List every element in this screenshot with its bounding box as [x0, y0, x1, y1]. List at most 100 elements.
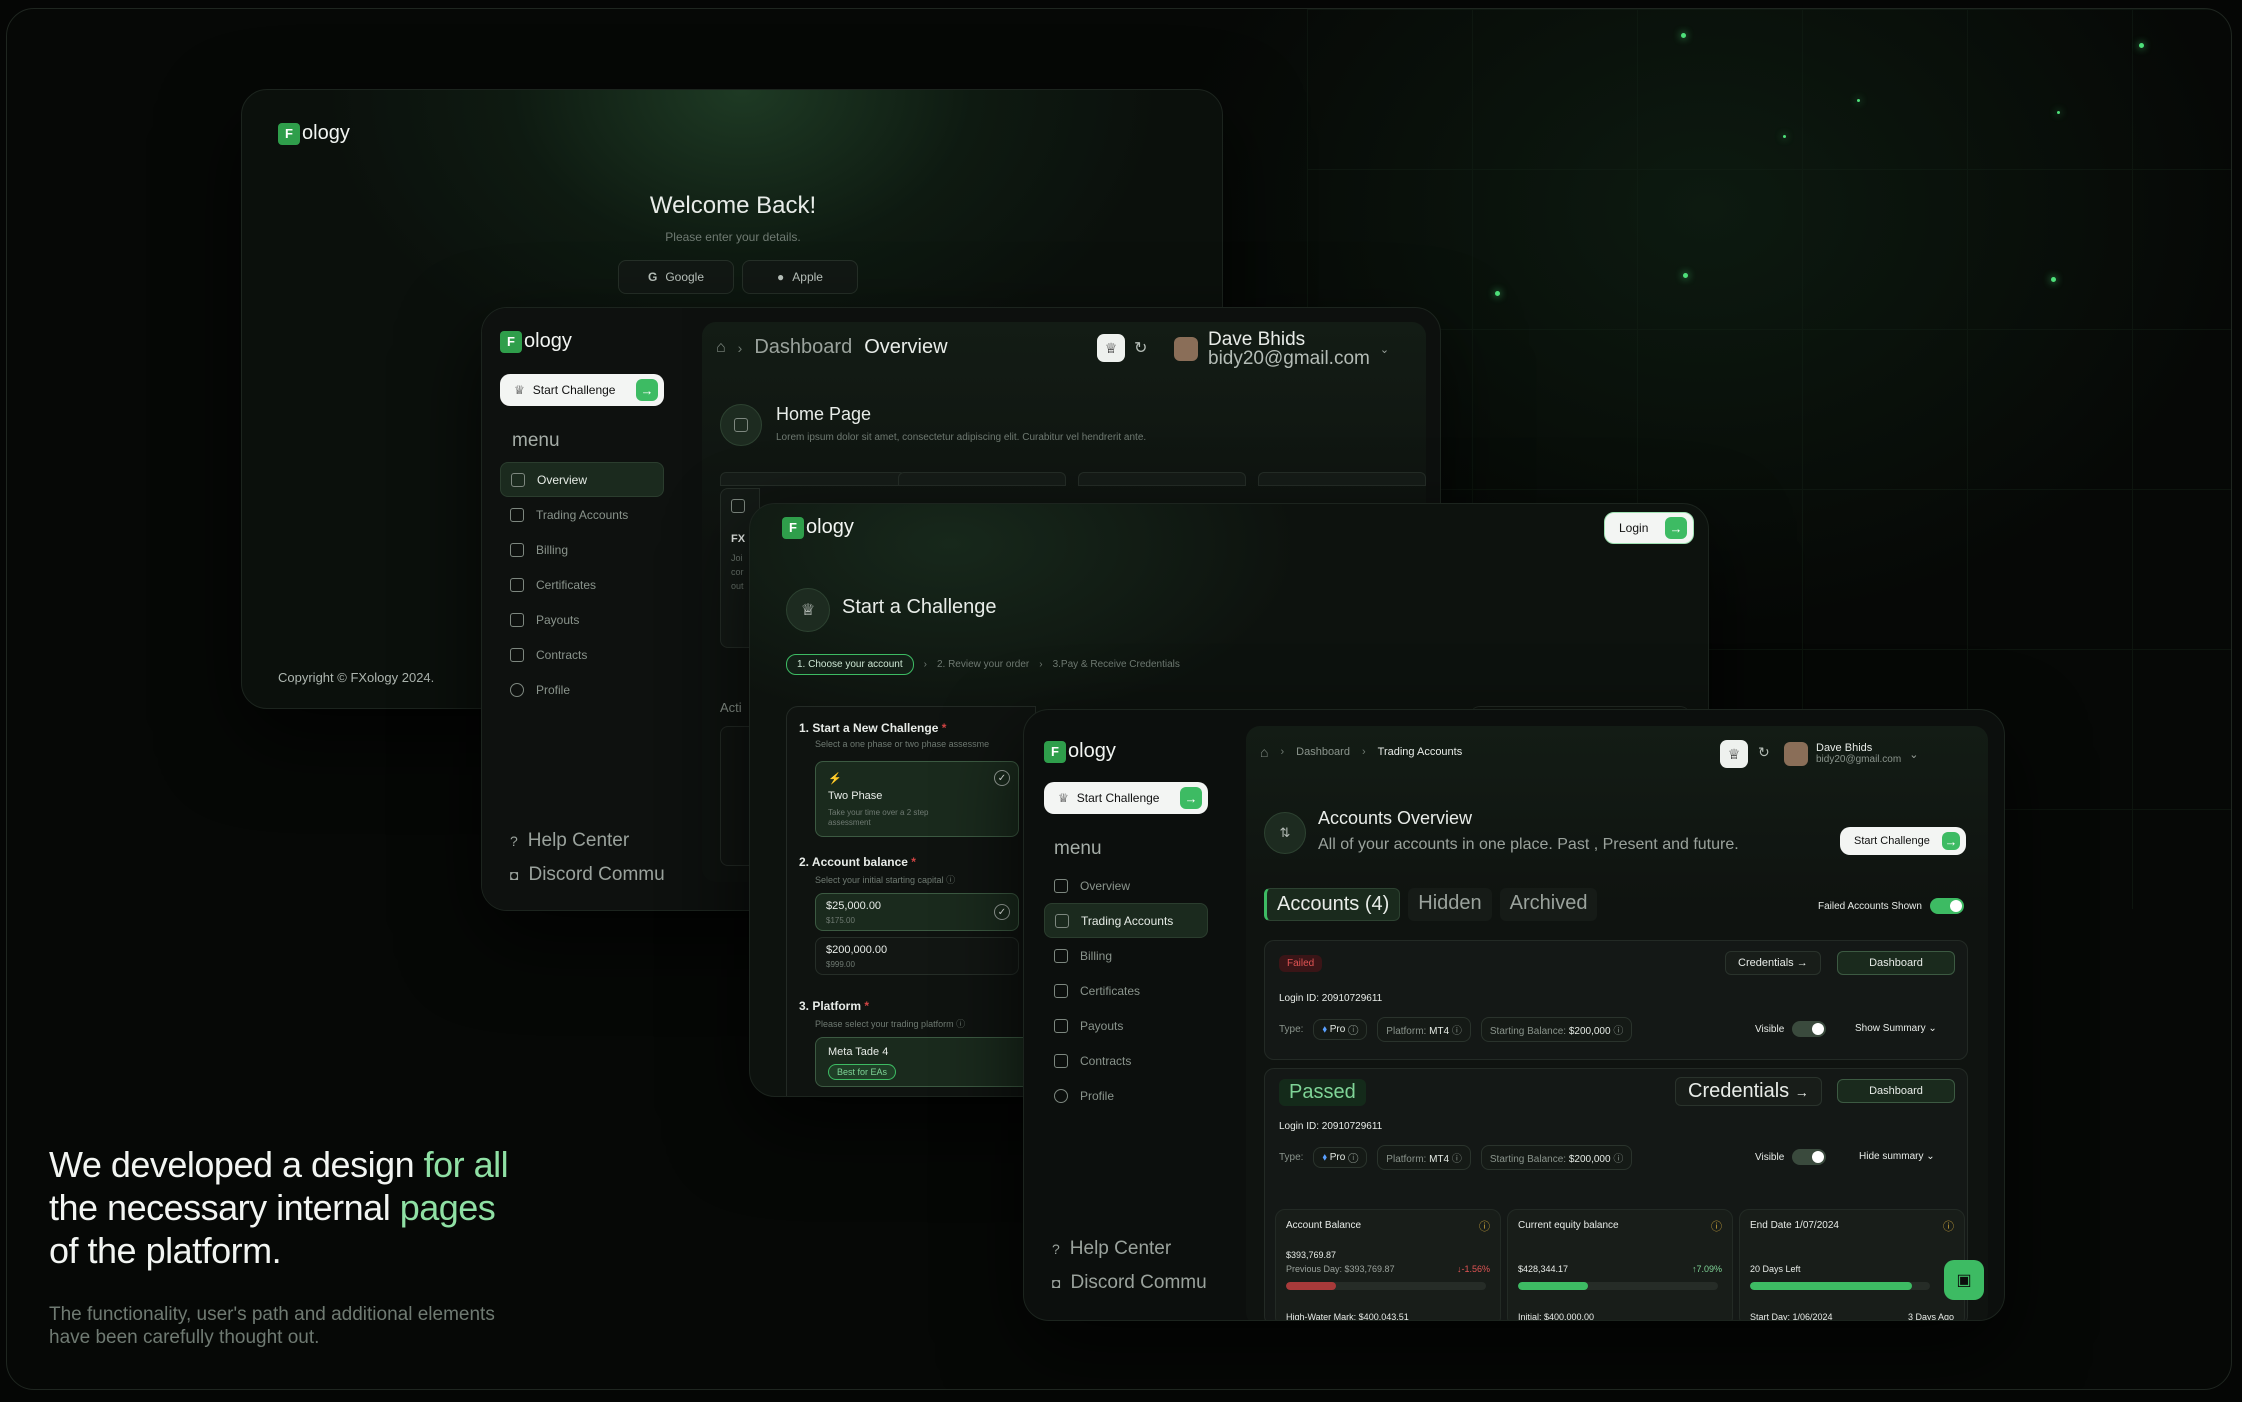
section-subtitle: Please select your trading platform ⓘ	[815, 1019, 966, 1029]
account-card-passed: Passed Credentials → Dashboard Login ID:…	[1264, 1068, 1968, 1320]
sidebar-item-billing[interactable]: Billing	[500, 532, 664, 567]
platform-option[interactable]: Meta Tade 4 Best for EAs	[815, 1037, 1045, 1087]
logo: Fology	[500, 330, 572, 353]
trophy-button[interactable]: ♕	[1097, 334, 1125, 362]
chevron-down-icon: ⌄	[1909, 748, 1919, 761]
toggle-switch[interactable]	[1929, 898, 1964, 914]
home-icon[interactable]: ⌂	[716, 339, 726, 357]
dashboard-button[interactable]: Dashboard	[1837, 1079, 1955, 1103]
tab-accounts[interactable]: Accounts (4)	[1264, 888, 1401, 921]
sidebar-item-overview[interactable]: Overview	[500, 462, 664, 497]
logo-mark: F	[1044, 740, 1066, 763]
glow-dot	[1495, 291, 1500, 296]
sidebar-item-certificates[interactable]: Certificates	[1044, 973, 1208, 1008]
credentials-button[interactable]: Credentials →	[1725, 951, 1821, 975]
visible-toggle[interactable]: Visible	[1755, 1021, 1827, 1037]
sidebar-item-trading-accounts[interactable]: Trading Accounts	[1044, 903, 1208, 938]
certificate-icon	[1054, 983, 1068, 998]
help-center-link[interactable]: ? Help Center	[510, 830, 629, 852]
trophy-icon: ♕	[1104, 339, 1118, 356]
option-subtitle: Take your time over a 2 step assessment	[828, 808, 929, 827]
discord-link[interactable]: ◘ Discord Commu	[1052, 1272, 1207, 1294]
section-title-peek: Acti	[720, 700, 742, 715]
glow-dot	[1683, 273, 1688, 278]
sidebar-item-payouts[interactable]: Payouts	[1044, 1008, 1208, 1043]
hero-heading: We developed a design for all the necess…	[49, 1144, 509, 1271]
sidebar: Fology ♕ Start Challenge → menu Overview T…	[1024, 710, 1224, 1320]
accounts-icon: ⇅	[1264, 812, 1306, 854]
balance-option[interactable]: $200,000.00 $999.00	[815, 937, 1019, 975]
sidebar-item-certificates[interactable]: Certificates	[500, 567, 664, 602]
failed-accounts-toggle[interactable]: Failed Accounts Shown	[1818, 898, 1964, 914]
stat-card-end-date: End Date 1/07/2024 ⓘ 20 Days Left Start D…	[1739, 1209, 1965, 1320]
breadcrumb: ⌂ › Dashboard › Trading Accounts	[1260, 744, 1463, 760]
sidebar-item-overview[interactable]: Overview	[1044, 868, 1208, 903]
section-title: 2. Account balance *	[799, 855, 916, 869]
sidebar-item-contracts[interactable]: Contracts	[500, 637, 664, 672]
sidebar-item-billing[interactable]: Billing	[1044, 938, 1208, 973]
contract-icon	[1054, 1053, 1068, 1068]
overview-subtitle: All of your accounts in one place. Past …	[1318, 836, 1739, 853]
home-page-subtitle: Lorem ipsum dolor sit amet, consectetur …	[776, 432, 1147, 443]
refresh-icon[interactable]: ↻	[1134, 338, 1147, 358]
billing-icon	[1054, 948, 1068, 963]
start-challenge-button[interactable]: Start Challenge →	[1840, 827, 1966, 855]
google-button[interactable]: G Google	[618, 260, 734, 294]
info-icon: ⓘ	[956, 1019, 966, 1029]
progress-bar	[1286, 1282, 1486, 1290]
tabs: Accounts (4) Hidden Archived	[1264, 888, 1598, 921]
balance-option-selected[interactable]: $25,000.00 $175.00 ✓	[815, 893, 1019, 931]
chart-icon	[1055, 913, 1069, 928]
help-center-link[interactable]: ? Help Center	[1052, 1238, 1171, 1260]
discord-link[interactable]: ◘ Discord Commu	[510, 864, 665, 886]
toggle-switch[interactable]	[1792, 1149, 1827, 1165]
tab-hidden[interactable]: Hidden	[1408, 888, 1492, 921]
summary-card	[898, 472, 1066, 486]
glow-dot	[2051, 277, 2056, 282]
credentials-button[interactable]: Credentials →	[1675, 1077, 1822, 1106]
refresh-icon[interactable]: ↻	[1758, 744, 1770, 761]
show-summary-button[interactable]: Show Summary ⌄	[1855, 1023, 1937, 1034]
section-subtitle: Select your initial starting capital ⓘ	[815, 875, 956, 885]
sidebar-item-profile[interactable]: Profile	[500, 672, 664, 707]
tab-archived[interactable]: Archived	[1499, 888, 1598, 921]
start-challenge-button[interactable]: ♕ Start Challenge →	[500, 374, 664, 406]
payout-icon	[510, 612, 524, 627]
start-challenge-button[interactable]: ♕ Start Challenge →	[1044, 782, 1208, 814]
sidebar-item-payouts[interactable]: Payouts	[500, 602, 664, 637]
account-meta: Type: ⬧ Pro ⓘ Platform: MT4 ⓘ Starting Ba…	[1279, 1017, 1633, 1042]
home-icon[interactable]: ⌂	[1260, 744, 1268, 760]
challenge-title: Start a Challenge	[842, 596, 997, 618]
two-phase-option[interactable]: ⚡ ✓ Two Phase Take your time over a 2 st…	[815, 761, 1019, 837]
user-menu[interactable]: Dave Bhids bidy20@gmail.com ⌄	[1784, 736, 1950, 772]
stat-card-balance: Account Balance ⓘ $393,769.87 Previous Da…	[1275, 1209, 1501, 1320]
menu-title: menu	[512, 430, 560, 451]
hero-subtext: The functionality, user's path and addit…	[49, 1304, 495, 1348]
sidebar-item-trading-accounts[interactable]: Trading Accounts	[500, 497, 664, 532]
avatar	[1784, 742, 1808, 766]
copyright: Copyright © FXology 2024.	[278, 670, 435, 685]
sidebar-item-contracts[interactable]: Contracts	[1044, 1043, 1208, 1078]
visible-toggle[interactable]: Visible	[1755, 1149, 1827, 1165]
certificate-icon	[510, 577, 524, 592]
step-3[interactable]: 3.Pay & Receive Credentials	[1053, 659, 1180, 670]
profile-icon	[510, 682, 524, 697]
dashboard-button[interactable]: Dashboard	[1837, 951, 1955, 975]
sidebar-item-profile[interactable]: Profile	[1044, 1078, 1208, 1113]
apple-button[interactable]: ● Apple	[742, 260, 858, 294]
sidebar: Fology ♕ Start Challenge → menu Overview T…	[482, 308, 682, 910]
chat-button[interactable]: ▣	[1944, 1260, 1984, 1300]
glow-dot	[1857, 99, 1860, 102]
login-title: Welcome Back!	[649, 192, 817, 219]
hide-summary-button[interactable]: Hide summary ⌄	[1859, 1151, 1935, 1162]
card-title: FX	[731, 533, 746, 545]
step-2[interactable]: 2. Review your order	[937, 659, 1029, 670]
login-button[interactable]: Login →	[1604, 512, 1694, 544]
trophy-button[interactable]: ♕	[1720, 740, 1748, 768]
help-icon: ?	[510, 833, 518, 849]
step-1[interactable]: 1. Choose your account	[786, 654, 914, 675]
user-menu[interactable]: Dave Bhids bidy20@gmail.com ⌄	[1174, 330, 1426, 368]
login-subtitle: Please enter your details.	[665, 230, 801, 244]
toggle-switch[interactable]	[1792, 1021, 1827, 1037]
login-id: Login ID: 20910729611	[1279, 1121, 1383, 1132]
